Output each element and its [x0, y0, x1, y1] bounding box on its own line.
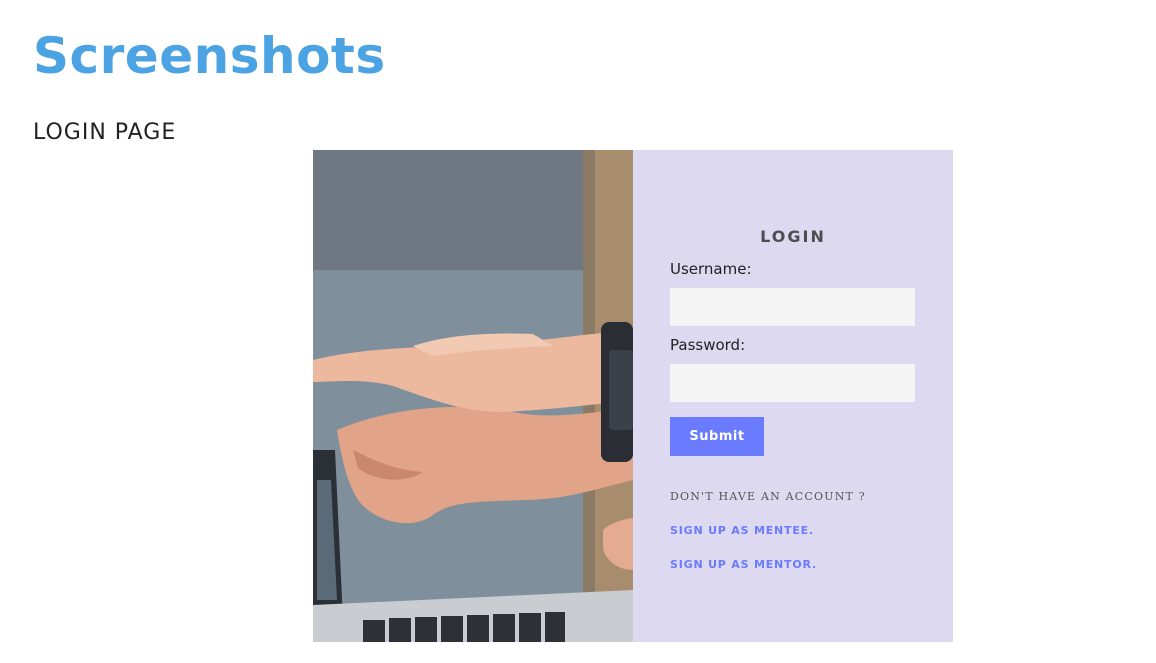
username-label: Username:: [670, 260, 752, 278]
login-page-screenshot: LOGIN Username: Password: Submit DON'T H…: [313, 150, 953, 642]
no-account-text: DON'T HAVE AN ACCOUNT ?: [670, 490, 866, 503]
login-title: LOGIN: [760, 227, 826, 246]
password-label: Password:: [670, 336, 746, 354]
password-input[interactable]: [670, 364, 915, 402]
login-panel: LOGIN Username: Password: Submit DON'T H…: [633, 150, 953, 642]
signup-mentee-link[interactable]: SIGN UP AS MENTEE.: [670, 524, 814, 537]
username-input[interactable]: [670, 288, 915, 326]
signup-mentor-link[interactable]: SIGN UP AS MENTOR.: [670, 558, 817, 571]
submit-button[interactable]: Submit: [670, 417, 764, 456]
laptop-hands-photo-icon: [313, 150, 633, 642]
page-title: Screenshots: [33, 27, 386, 85]
section-heading: LOGIN PAGE: [33, 120, 177, 145]
hero-photo: [313, 150, 633, 642]
